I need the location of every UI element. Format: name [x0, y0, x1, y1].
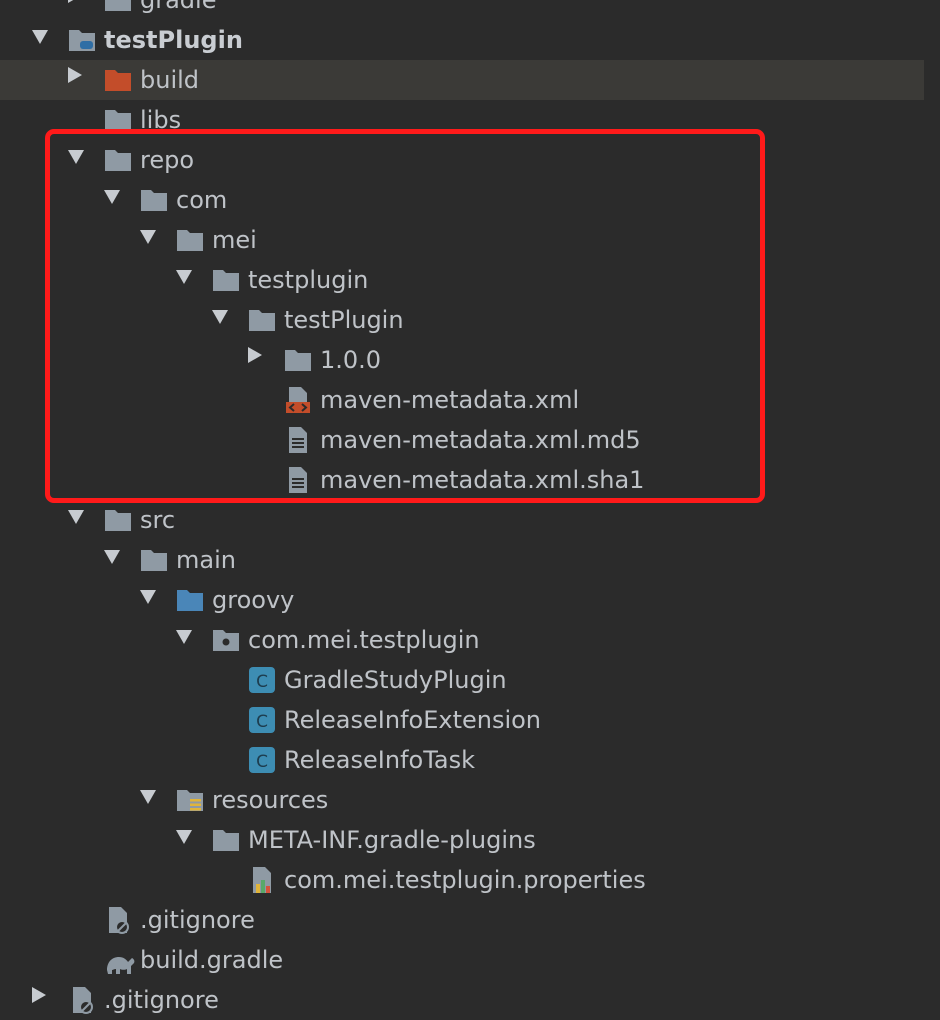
- tree-row[interactable]: gradle: [0, 0, 924, 20]
- gitignore-file-icon: [68, 986, 96, 1014]
- properties-file-icon: [248, 866, 276, 894]
- folder-icon: [104, 506, 132, 534]
- folder-icon: [284, 346, 312, 374]
- tree-item-label: .gitignore: [140, 906, 255, 934]
- tree-row[interactable]: testPlugin: [0, 300, 924, 340]
- tree-item-label: main: [176, 546, 236, 574]
- tree-item-label: com: [176, 186, 228, 214]
- tree-item-label: ReleaseInfoExtension: [284, 706, 542, 734]
- tree-item-label: resources: [212, 786, 329, 814]
- expanded-arrow-icon[interactable]: [176, 630, 192, 644]
- expanded-arrow-icon[interactable]: [68, 150, 84, 164]
- folder-icon: [212, 826, 240, 854]
- collapsed-arrow-icon[interactable]: [32, 987, 46, 1003]
- tree-row[interactable]: maven-metadata.xml.sha1: [0, 460, 924, 500]
- tree-item-label: build: [140, 66, 200, 94]
- gitignore-file-icon: [104, 906, 132, 934]
- tree-row[interactable]: testPlugin: [0, 20, 924, 60]
- tree-row[interactable]: resources: [0, 780, 924, 820]
- tree-item-label: repo: [140, 146, 195, 174]
- folder-icon: [104, 106, 132, 134]
- module-icon: [68, 26, 96, 54]
- folder-icon: [176, 226, 204, 254]
- folder-icon: [140, 546, 168, 574]
- tree-row[interactable]: .gitignore: [0, 980, 924, 1020]
- collapsed-arrow-icon[interactable]: [68, 67, 82, 83]
- tree-item-label: .gitignore: [104, 986, 219, 1014]
- tree-row[interactable]: maven-metadata.xml.md5: [0, 420, 924, 460]
- folder-icon: [104, 0, 132, 14]
- svg-text:C: C: [256, 712, 268, 732]
- class-icon: C: [248, 706, 276, 734]
- tree-item-label: groovy: [212, 586, 295, 614]
- expanded-arrow-icon[interactable]: [32, 30, 48, 44]
- tree-scrollbar[interactable]: [924, 0, 940, 996]
- tree-item-label: 1.0.0: [320, 346, 382, 374]
- collapsed-arrow-icon[interactable]: [68, 0, 82, 3]
- tree-row[interactable]: com: [0, 180, 924, 220]
- tree-row[interactable]: maven-metadata.xml: [0, 380, 924, 420]
- tree-item-label: libs: [140, 106, 182, 134]
- tree-row[interactable]: META-INF.gradle-plugins: [0, 820, 924, 860]
- tree-item-label: build.gradle: [140, 946, 284, 974]
- tree-item-label: testplugin: [248, 266, 369, 294]
- svg-text:C: C: [256, 752, 268, 772]
- build-folder-icon: [104, 66, 132, 94]
- tree-row[interactable]: C ReleaseInfoTask: [0, 740, 924, 780]
- tree-row[interactable]: testplugin: [0, 260, 924, 300]
- tree-row[interactable]: 1.0.0: [0, 340, 924, 380]
- package-icon: [212, 626, 240, 654]
- tree-row[interactable]: groovy: [0, 580, 924, 620]
- tree-item-label: src: [140, 506, 176, 534]
- tree-item-label: com.mei.testplugin: [248, 626, 480, 654]
- tree-item-label: maven-metadata.xml.sha1: [320, 466, 645, 494]
- tree-row[interactable]: com.mei.testplugin.properties: [0, 860, 924, 900]
- tree-item-label: testPlugin: [104, 26, 243, 54]
- tree-row[interactable]: main: [0, 540, 924, 580]
- gradle-file-icon: [104, 946, 135, 974]
- tree-row[interactable]: repo: [0, 140, 924, 180]
- tree-item-label: mei: [212, 226, 257, 254]
- tree-row[interactable]: build: [0, 60, 924, 100]
- resources-folder-icon: [176, 786, 204, 814]
- tree-item-label: maven-metadata.xml: [320, 386, 580, 414]
- folder-icon: [140, 186, 168, 214]
- tree-item-label: META-INF.gradle-plugins: [248, 826, 536, 854]
- tree-row[interactable]: C GradleStudyPlugin: [0, 660, 924, 700]
- class-icon: C: [248, 666, 276, 694]
- expanded-arrow-icon[interactable]: [68, 510, 84, 524]
- tree-row[interactable]: mei: [0, 220, 924, 260]
- expanded-arrow-icon[interactable]: [176, 830, 192, 844]
- tree-item-label: ReleaseInfoTask: [284, 746, 475, 774]
- folder-icon: [212, 266, 240, 294]
- tree-row[interactable]: com.mei.testplugin: [0, 620, 924, 660]
- source-folder-icon: [176, 586, 204, 614]
- xml-file-icon: [284, 386, 312, 414]
- text-file-icon: [284, 426, 312, 454]
- tree-item-label: maven-metadata.xml.md5: [320, 426, 641, 454]
- folder-icon: [248, 306, 276, 334]
- tree-row[interactable]: libs: [0, 100, 924, 140]
- expanded-arrow-icon[interactable]: [104, 190, 120, 204]
- collapsed-arrow-icon[interactable]: [248, 347, 262, 363]
- tree-row[interactable]: build.gradle: [0, 940, 924, 980]
- class-icon: C: [248, 746, 276, 774]
- tree-item-label: com.mei.testplugin.properties: [284, 866, 646, 894]
- expanded-arrow-icon[interactable]: [140, 230, 156, 244]
- text-file-icon: [284, 466, 312, 494]
- tree-row[interactable]: C ReleaseInfoExtension: [0, 700, 924, 740]
- tree-row[interactable]: .gitignore: [0, 900, 924, 940]
- tree-item-label: testPlugin: [284, 306, 404, 334]
- folder-icon: [104, 146, 132, 174]
- svg-text:C: C: [256, 672, 268, 692]
- tree-item-label: GradleStudyPlugin: [284, 666, 507, 694]
- expanded-arrow-icon[interactable]: [140, 590, 156, 604]
- tree-row[interactable]: src: [0, 500, 924, 540]
- expanded-arrow-icon[interactable]: [140, 790, 156, 804]
- expanded-arrow-icon[interactable]: [104, 550, 120, 564]
- tree-item-label: gradle: [140, 0, 217, 14]
- expanded-arrow-icon[interactable]: [212, 310, 228, 324]
- expanded-arrow-icon[interactable]: [176, 270, 192, 284]
